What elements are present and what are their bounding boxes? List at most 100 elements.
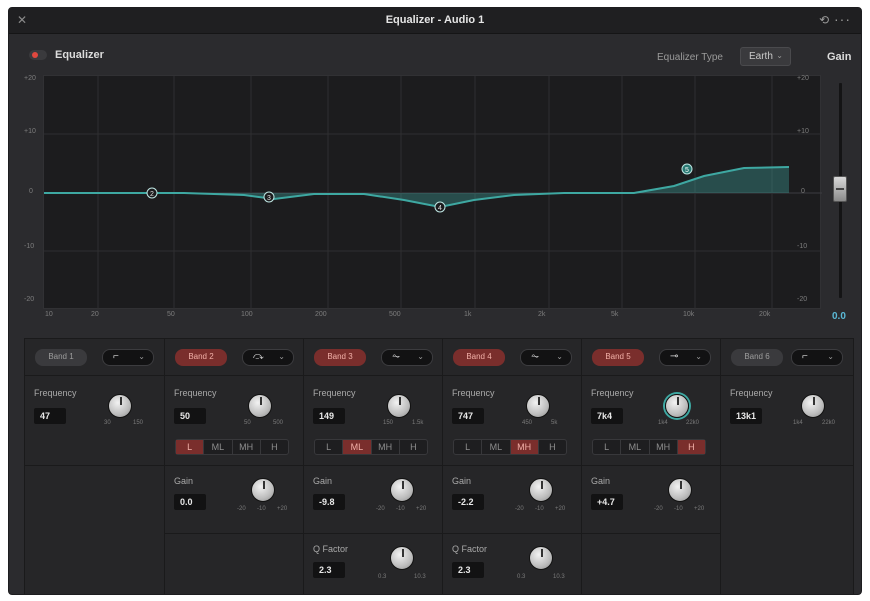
band-3-q-knob[interactable] [390,546,414,570]
band-6-panel: Band 6 ⌐ ⌄ Frequency 13k1 1k4 22k0 [720,338,854,594]
frequency-section: Frequency 50 50 500 L ML MH H [165,376,304,466]
chevron-down-icon: ⌄ [417,352,424,361]
band-1-filter-shape-select[interactable]: ⌐ ⌄ [102,349,154,366]
gain-title: Gain [827,51,852,63]
band-4-frequency-field[interactable]: 747 [452,408,484,424]
band-3-filter-shape-select[interactable]: ⏦ ⌄ [381,349,433,366]
band-3-toggle[interactable]: Band 3 [314,349,366,366]
freq-max-label: 500 [273,420,284,426]
band-5-toggle[interactable]: Band 5 [592,349,644,366]
band-2-frequency-field[interactable]: 50 [174,408,206,424]
q-min-label: 0.3 [378,574,387,580]
range-option[interactable]: L [593,440,622,454]
range-option[interactable]: ML [482,440,511,454]
x-tick: 100 [241,311,253,318]
range-option[interactable]: H [400,440,427,454]
band-5-frequency-knob[interactable] [665,394,689,418]
band-5-gain-knob[interactable] [668,478,692,502]
frequency-section: Frequency 47 30 150 [25,376,164,466]
band-4-frequency-knob[interactable] [526,394,550,418]
frequency-label: Frequency [313,388,356,398]
band-1-frequency-knob[interactable] [108,394,132,418]
band-5-frequency-field[interactable]: 7k4 [591,408,623,424]
range-option[interactable]: ML [204,440,233,454]
filter-shape-icon: ⌐ [113,351,119,362]
band-4-q-knob[interactable] [529,546,553,570]
band-header: Band 2 ⤼ ⌄ [165,339,304,376]
freq-min-label: 450 [522,420,533,426]
range-option[interactable]: ML [343,440,372,454]
window-title: Equalizer - Audio 1 [385,14,485,26]
range-option[interactable]: MH [510,440,539,454]
chevron-down-icon: ⌄ [556,352,563,361]
band-6-frequency-knob[interactable] [801,394,825,418]
y-tick-right: -20 [797,296,808,303]
gain-max-label: +20 [416,506,427,512]
gain-mid-label: -10 [257,506,266,512]
band-1-toggle[interactable]: Band 1 [35,349,87,366]
band-3-gain-field[interactable]: -9.8 [313,494,345,510]
range-option[interactable]: L [454,440,483,454]
equalizer-type-value: Earth [749,51,773,62]
band-3-range-selector: L ML MH H [314,439,428,455]
eq-node-4[interactable]: 4 [434,201,446,213]
gain-min-label: -20 [237,506,246,512]
filter-shape-icon: ⌐ [802,351,808,362]
eq-node-2[interactable]: 2 [146,187,158,199]
range-option[interactable]: L [315,440,344,454]
range-option[interactable]: L [176,440,205,454]
band-1-frequency-field[interactable]: 47 [34,408,66,424]
band-2-gain-field[interactable]: 0.0 [174,494,206,510]
band-4-gain-knob[interactable] [529,478,553,502]
gain-max-label: +20 [694,506,705,512]
band-4-q-field[interactable]: 2.3 [452,562,484,578]
gain-fader-handle[interactable] [833,176,847,202]
band-2-gain-knob[interactable] [251,478,275,502]
band-6-toggle[interactable]: Band 6 [731,349,783,366]
band-2-filter-shape-select[interactable]: ⤼ ⌄ [242,349,294,366]
range-option[interactable]: ML [621,440,650,454]
range-option[interactable]: H [677,440,705,454]
gain-min-label: -20 [654,506,663,512]
band-5-filter-shape-select[interactable]: ⊸ ⌄ [659,349,711,366]
range-option[interactable]: MH [650,440,678,454]
eq-node-3[interactable]: 3 [263,191,275,203]
band-2-range-selector: L ML MH H [175,439,289,455]
band-3-q-field[interactable]: 2.3 [313,562,345,578]
equalizer-enable-toggle[interactable] [29,50,47,60]
q-factor-label: Q Factor [313,544,349,554]
band-3-frequency-knob[interactable] [387,394,411,418]
band-3-gain-knob[interactable] [390,478,414,502]
range-option[interactable]: MH [372,440,400,454]
gain-section: Gain -2.2 -20 -10 +20 [443,466,582,534]
range-option[interactable]: MH [233,440,261,454]
knob-indicator [260,397,262,405]
band-4-toggle[interactable]: Band 4 [453,349,505,366]
band-5-gain-field[interactable]: +4.7 [591,494,623,510]
band-6-filter-shape-select[interactable]: ⌐ ⌄ [791,349,843,366]
eq-node-5[interactable]: 5 [681,163,693,175]
x-tick: 200 [315,311,327,318]
band-3-frequency-field[interactable]: 149 [313,408,345,424]
band-2-frequency-knob[interactable] [248,394,272,418]
filter-shape-icon: ⤼ [253,351,264,362]
band-4-filter-shape-select[interactable]: ⏦ ⌄ [520,349,572,366]
y-tick-right: +20 [797,75,809,82]
band-6-frequency-field[interactable]: 13k1 [730,408,762,424]
equalizer-type-select[interactable]: Earth ⌄ [740,47,791,66]
y-tick-left: -10 [24,243,35,250]
range-option[interactable]: H [261,440,288,454]
x-tick: 10k [683,311,695,318]
knob-indicator [680,481,682,489]
knob-indicator [402,481,404,489]
eq-graph[interactable]: 2 3 4 5 [43,75,822,310]
band-4-gain-field[interactable]: -2.2 [452,494,484,510]
gain-mid-label: -10 [535,506,544,512]
frequency-section: Frequency 747 450 5k L ML MH H [443,376,582,466]
reset-icon[interactable]: ⟲ [819,13,829,27]
y-tick-right: -10 [797,243,808,250]
band-2-toggle[interactable]: Band 2 [175,349,227,366]
eq-node-2-label: 2 [150,191,154,198]
more-icon[interactable]: ··· [834,11,851,27]
range-option[interactable]: H [539,440,566,454]
